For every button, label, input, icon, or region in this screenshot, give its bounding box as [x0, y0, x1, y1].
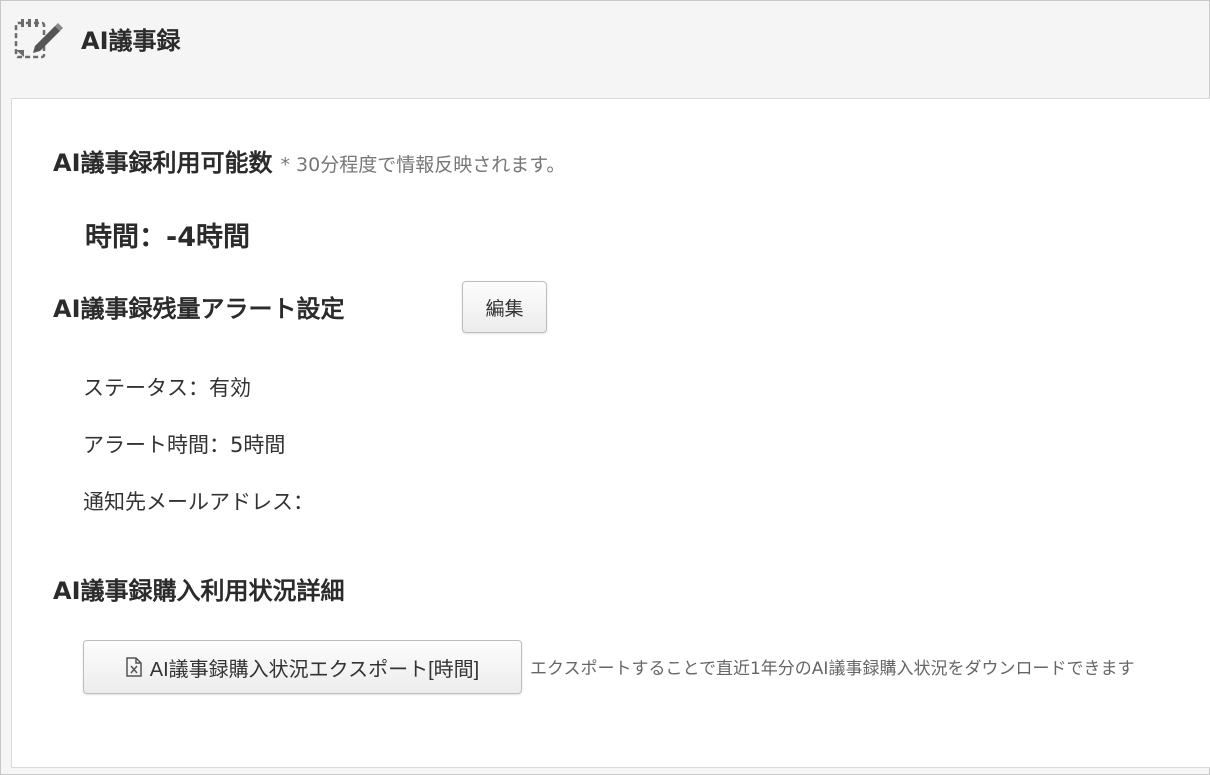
page-header: AI議事録: [1, 1, 1209, 98]
availability-section-title: AI議事録利用可能数 * 30分程度で情報反映されます。: [53, 143, 565, 178]
page-title: AI議事録: [81, 27, 181, 55]
export-button[interactable]: AI議事録購入状況エクスポート[時間]: [83, 640, 522, 694]
availability-note: * 30分程度で情報反映されます。: [280, 154, 566, 176]
purchase-section-title: AI議事録購入利用状況詳細: [53, 577, 345, 605]
content-panel: AI議事録利用可能数 * 30分程度で情報反映されます。 時間：-4時間 AI議事…: [11, 98, 1210, 768]
window-frame: AI議事録 AI議事録利用可能数 * 30分程度で情報反映されます。 時間：-4時…: [0, 0, 1210, 775]
alert-time: アラート時間：5時間: [83, 433, 286, 457]
availability-title: AI議事録利用可能数: [53, 149, 273, 177]
notebook-edit-icon: [13, 16, 63, 60]
export-description: エクスポートすることで直近1年分のAI議事録購入状況をダウンロードできます: [530, 659, 1135, 679]
excel-file-icon: [126, 657, 142, 677]
alert-section-title: AI議事録残量アラート設定: [53, 295, 345, 323]
alert-status: ステータス：有効: [83, 376, 251, 400]
alert-email: 通知先メールアドレス：: [83, 490, 314, 514]
available-hours: 時間：-4時間: [85, 222, 250, 253]
export-button-label: AI議事録購入状況エクスポート[時間]: [149, 658, 480, 681]
edit-button[interactable]: 編集: [462, 281, 547, 333]
